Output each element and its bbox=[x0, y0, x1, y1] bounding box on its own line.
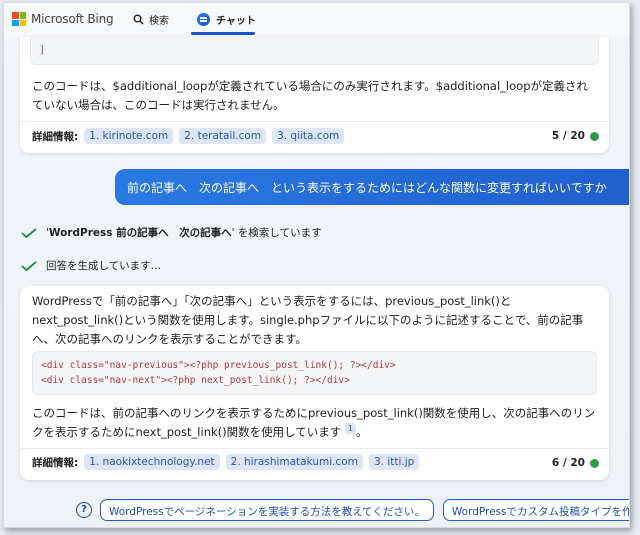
turn-counter: 6 / 20 bbox=[552, 457, 599, 469]
top-navigation: Microsoft Bing 検索 チャット bbox=[4, 3, 629, 37]
search-status-text: を検索しています bbox=[237, 227, 322, 239]
answer-paragraph-1: WordPressで「前の記事へ」「次の記事へ」という表示をするには、previ… bbox=[32, 294, 584, 346]
source-link-3[interactable]: 3. qiita.com bbox=[272, 128, 345, 144]
search-status: 'WordPress 前の記事へ 次の記事へ' を検索しています bbox=[21, 225, 322, 240]
source-link-2[interactable]: 2. hirashimatakumi.com bbox=[225, 454, 363, 470]
tab-search-label: 検索 bbox=[149, 16, 169, 27]
turn-counter-text: 5 / 20 bbox=[551, 130, 585, 142]
user-message: 前の記事へ 次の記事へ という表示をするためにはどんな関数に変更すればいいですか bbox=[115, 169, 629, 205]
source-list: 詳細情報: 1. kirinote.com 2. teratail.com 3.… bbox=[32, 128, 350, 144]
status-dot-icon bbox=[590, 131, 599, 141]
divider bbox=[20, 121, 609, 122]
previous-answer-text: このコードは、$additional_loopが定義されている場合にのみ実行され… bbox=[32, 79, 588, 112]
answer-card: WordPressで「前の記事へ」「次の記事へ」という表示をするには、previ… bbox=[20, 286, 609, 480]
active-tab-indicator bbox=[191, 32, 255, 35]
source-link-1[interactable]: 1. kirinote.com bbox=[84, 128, 174, 144]
help-icon[interactable]: ? bbox=[76, 502, 92, 518]
suggestion-row: ? WordPressでページネーションを実装する方法を教えてください。 Wor… bbox=[76, 499, 629, 521]
code-line-1: <div class="nav-previous"><?php previous… bbox=[41, 360, 396, 371]
bing-logo[interactable]: Microsoft Bing bbox=[12, 12, 114, 26]
search-icon bbox=[133, 14, 144, 25]
source-link-1[interactable]: 1. naokixtechnology.net bbox=[84, 454, 220, 470]
code-block[interactable]: <div class="nav-previous"><?php previous… bbox=[32, 351, 597, 395]
browser-frame: Microsoft Bing 検索 チャット ] このコードは、$additio… bbox=[3, 2, 630, 528]
tab-chat[interactable]: チャット bbox=[197, 12, 256, 27]
turn-counter: 5 / 20 bbox=[552, 130, 599, 142]
brand-name: Microsoft Bing bbox=[31, 12, 114, 26]
suggestion-chip-1[interactable]: WordPressでページネーションを実装する方法を教えてください。 bbox=[100, 499, 434, 521]
search-query: WordPress 前の記事へ 次の記事へ bbox=[48, 227, 232, 239]
source-link-2[interactable]: 2. teratail.com bbox=[179, 128, 267, 144]
sources-label: 詳細情報: bbox=[32, 130, 79, 143]
chat-icon bbox=[197, 13, 210, 26]
answer-paragraph-2: このコードは、前の記事へのリンクを表示するためにprevious_post_li… bbox=[32, 404, 598, 442]
divider bbox=[20, 448, 609, 449]
sources-label: 詳細情報: bbox=[32, 456, 79, 469]
answer-paragraph-2-text: このコードは、前の記事へのリンクを表示するためにprevious_post_li… bbox=[32, 406, 596, 439]
tab-search[interactable]: 検索 bbox=[133, 12, 169, 27]
citation-ref[interactable]: 1 bbox=[344, 423, 357, 435]
check-icon bbox=[21, 260, 37, 271]
check-icon bbox=[21, 227, 37, 238]
microsoft-logo-icon bbox=[12, 12, 26, 26]
source-link-3[interactable]: 3. itti.jp bbox=[368, 454, 420, 470]
tab-chat-label: チャット bbox=[216, 16, 256, 27]
status-dot-icon bbox=[590, 458, 599, 468]
answer-paragraph-2-end: 。 bbox=[356, 425, 368, 439]
suggestion-chip-2[interactable]: WordPressでカスタム投稿タイプを作 bbox=[442, 499, 629, 521]
generating-status-text: 回答を生成しています… bbox=[46, 260, 162, 272]
turn-counter-text: 6 / 20 bbox=[551, 457, 585, 469]
code-block-tail: ] bbox=[30, 37, 599, 65]
previous-answer-card: ] このコードは、$additional_loopが定義されている場合にのみ実行… bbox=[20, 37, 609, 153]
code-line-2: <div class="nav-next"><?php next_post_li… bbox=[41, 375, 350, 386]
generating-status: 回答を生成しています… bbox=[21, 258, 161, 273]
source-list: 詳細情報: 1. naokixtechnology.net 2. hirashi… bbox=[32, 454, 425, 470]
